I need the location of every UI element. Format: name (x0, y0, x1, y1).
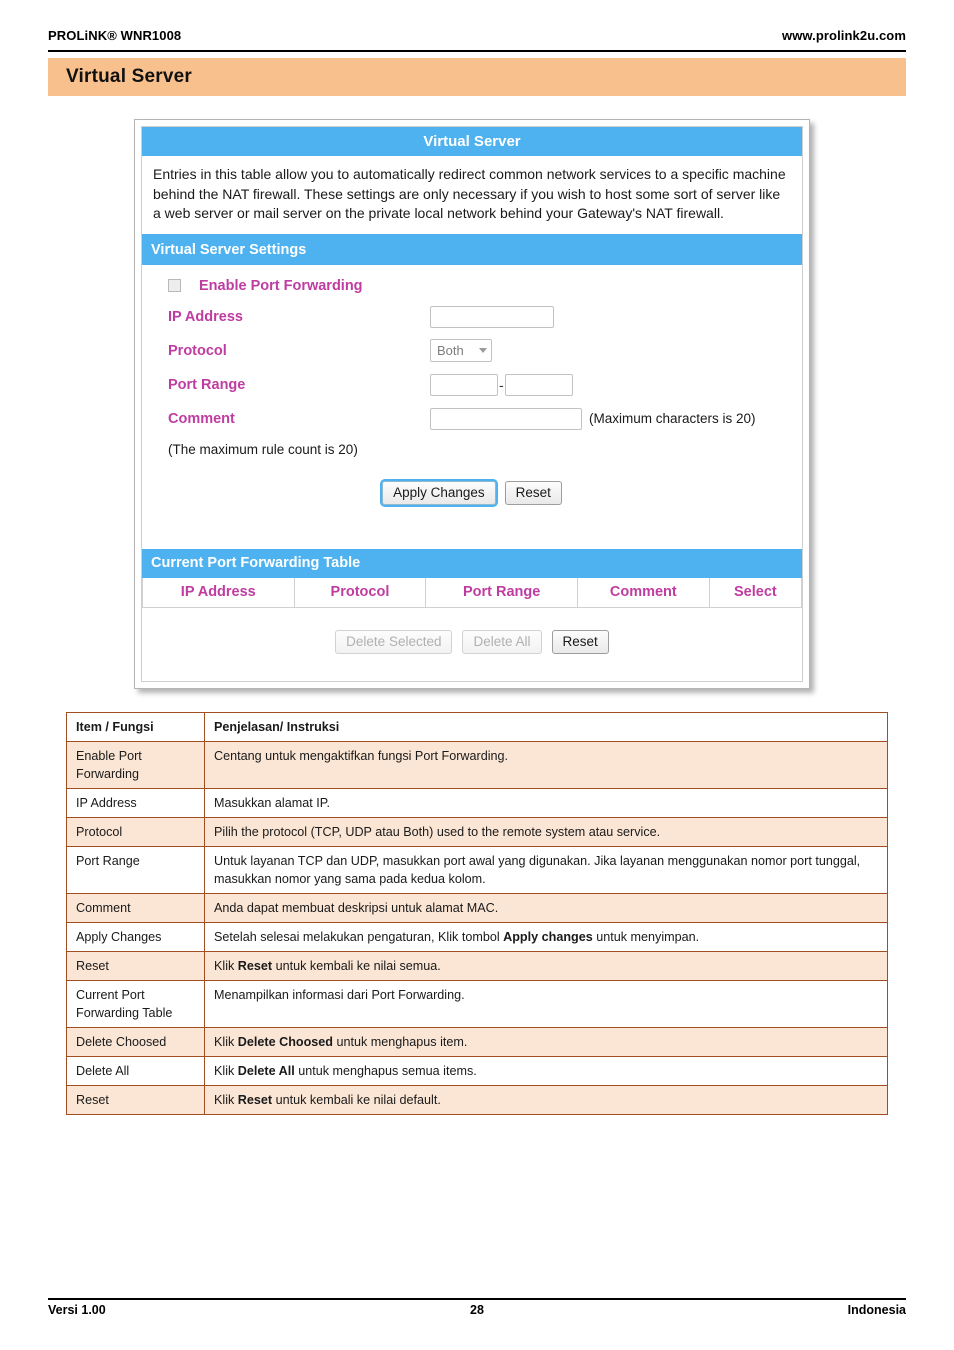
port-range-to-input[interactable] (504, 373, 573, 396)
router-panel-title: Virtual Server (142, 127, 802, 156)
doc-table-row: Enable Port Forwarding Centang untuk meng… (66, 741, 888, 789)
column-header-ip-address: IP Address (142, 577, 295, 608)
document-header: PROLiNK® WNR1008 www.prolink2u.com (48, 28, 906, 43)
column-header-protocol: Protocol (293, 577, 427, 608)
footer-divider (48, 1298, 906, 1300)
enable-port-forwarding-label: Enable Port Forwarding (199, 277, 363, 294)
doc-description-cell: Klik Reset untuk kembali ke nilai semua. (204, 951, 888, 981)
column-header-comment: Comment (576, 577, 710, 608)
page-title-band: Virtual Server (48, 58, 906, 96)
virtual-server-settings-body: Enable Port Forwarding IP Address Protoc… (142, 265, 802, 654)
product-name: PROLiNK® WNR1008 (48, 28, 182, 43)
page-number: 28 (470, 1303, 484, 1317)
doc-item-cell: Comment (66, 893, 205, 923)
doc-table-row: Protocol Pilih the protocol (TCP, UDP ata… (66, 817, 888, 847)
doc-item-cell: Protocol (66, 817, 205, 847)
table-button-row: Delete Selected Delete All Reset (142, 608, 802, 654)
column-header-select: Select (708, 577, 802, 608)
port-range-control: - (430, 373, 573, 396)
port-range-label: Port Range (168, 376, 246, 393)
reset-table-button[interactable]: Reset (551, 630, 609, 654)
delete-all-button[interactable]: Delete All (462, 630, 542, 654)
virtual-server-settings-header: Virtual Server Settings (142, 235, 802, 265)
website-url: www.prolink2u.com (781, 28, 906, 43)
ip-address-input[interactable] (430, 305, 554, 328)
doc-description-cell: Setelah selesai melakukan pengaturan, Kl… (204, 922, 888, 952)
column-header-port-range: Port Range (425, 577, 578, 608)
router-ui-inner: Virtual Server Entries in this table all… (141, 126, 803, 682)
doc-table-row: Port Range Untuk layanan TCP dan UDP, mas… (66, 846, 888, 894)
doc-description-cell: Centang untuk mengaktifkan fungsi Port F… (204, 741, 888, 789)
reset-button[interactable]: Reset (504, 480, 562, 505)
doc-table-header-row: Item / Fungsi Penjelasan/ Instruksi (66, 712, 888, 742)
router-ui-screenshot: Virtual Server Entries in this table all… (134, 119, 810, 689)
comment-max-chars-hint: (Maximum characters is 20) (589, 411, 756, 426)
doc-column-header-description: Penjelasan/ Instruksi (204, 712, 888, 742)
doc-table-row: Current Port Forwarding Table Menampilkan… (66, 980, 888, 1028)
doc-description-cell: Klik Delete Choosed untuk menghapus item… (204, 1027, 888, 1057)
function-description-table: Item / Fungsi Penjelasan/ Instruksi Enab… (66, 712, 888, 1115)
max-rule-count-note: (The maximum rule count is 20) (168, 441, 358, 457)
port-range-separator: - (499, 376, 504, 393)
comment-input[interactable] (430, 407, 582, 430)
doc-table-row: Reset Klik Reset untuk kembali ke nilai s… (66, 951, 888, 981)
doc-table-row: Reset Klik Reset untuk kembali ke nilai d… (66, 1085, 888, 1115)
doc-item-cell: Current Port Forwarding Table (66, 980, 205, 1028)
doc-description-cell: Pilih the protocol (TCP, UDP atau Both) … (204, 817, 888, 847)
ip-address-label: IP Address (168, 308, 243, 325)
current-port-forwarding-table-header: Current Port Forwarding Table (142, 548, 802, 578)
port-range-from-input[interactable] (430, 373, 498, 396)
table-header-row: IP Address Protocol Port Range Comment S… (142, 577, 802, 608)
header-divider (48, 50, 906, 52)
apply-changes-button[interactable]: Apply Changes (380, 478, 498, 507)
doc-item-cell: Port Range (66, 846, 205, 894)
protocol-label: Protocol (168, 342, 227, 359)
protocol-control: Both (430, 339, 492, 362)
port-range-row: Port Range - (142, 368, 802, 402)
doc-table-row: IP Address Masukkan alamat IP. (66, 788, 888, 818)
doc-item-cell: IP Address (66, 788, 205, 818)
doc-description-cell: Anda dapat membuat deskripsi untuk alama… (204, 893, 888, 923)
doc-table-row: Delete Choosed Klik Delete Choosed untuk … (66, 1027, 888, 1057)
settings-button-row: Apply Changes Reset (142, 457, 802, 507)
comment-label: Comment (168, 410, 235, 427)
doc-item-cell: Apply Changes (66, 922, 205, 952)
document-footer: Versi 1.00 28 Indonesia (48, 1303, 906, 1317)
doc-description-cell: Menampilkan informasi dari Port Forwardi… (204, 980, 888, 1028)
protocol-selected-value: Both (437, 343, 464, 358)
doc-table-row: Delete All Klik Delete All untuk menghapu… (66, 1056, 888, 1086)
doc-description-cell: Masukkan alamat IP. (204, 788, 888, 818)
ip-address-control (430, 305, 554, 328)
doc-item-cell: Reset (66, 951, 205, 981)
doc-table-row: Apply Changes Setelah selesai melakukan p… (66, 922, 888, 952)
comment-row: Comment (Maximum characters is 20) (142, 402, 802, 436)
doc-item-cell: Delete Choosed (66, 1027, 205, 1057)
doc-description-cell: Untuk layanan TCP dan UDP, masukkan port… (204, 846, 888, 894)
doc-table-row: Comment Anda dapat membuat deskripsi untu… (66, 893, 888, 923)
doc-column-header-item: Item / Fungsi (66, 712, 205, 742)
page-title: Virtual Server (66, 66, 193, 87)
doc-table-body: Enable Port Forwarding Centang untuk meng… (66, 741, 888, 1115)
protocol-select[interactable]: Both (430, 339, 492, 362)
ip-address-row: IP Address (142, 300, 802, 334)
router-panel-description: Entries in this table allow you to autom… (142, 156, 802, 236)
current-port-forwarding-table: IP Address Protocol Port Range Comment S… (142, 577, 802, 608)
doc-item-cell: Enable Port Forwarding (66, 741, 205, 789)
chevron-down-icon (479, 348, 487, 353)
doc-item-cell: Reset (66, 1085, 205, 1115)
enable-port-forwarding-checkbox[interactable] (168, 279, 181, 292)
doc-description-cell: Klik Delete All untuk menghapus semua it… (204, 1056, 888, 1086)
comment-control: (Maximum characters is 20) (430, 407, 756, 430)
protocol-row: Protocol Both (142, 334, 802, 368)
doc-description-cell: Klik Reset untuk kembali ke nilai defaul… (204, 1085, 888, 1115)
current-port-forwarding-section: Current Port Forwarding Table IP Address… (142, 548, 802, 654)
delete-selected-button[interactable]: Delete Selected (335, 630, 453, 654)
doc-item-cell: Delete All (66, 1056, 205, 1086)
enable-port-forwarding-row: Enable Port Forwarding (142, 265, 802, 300)
